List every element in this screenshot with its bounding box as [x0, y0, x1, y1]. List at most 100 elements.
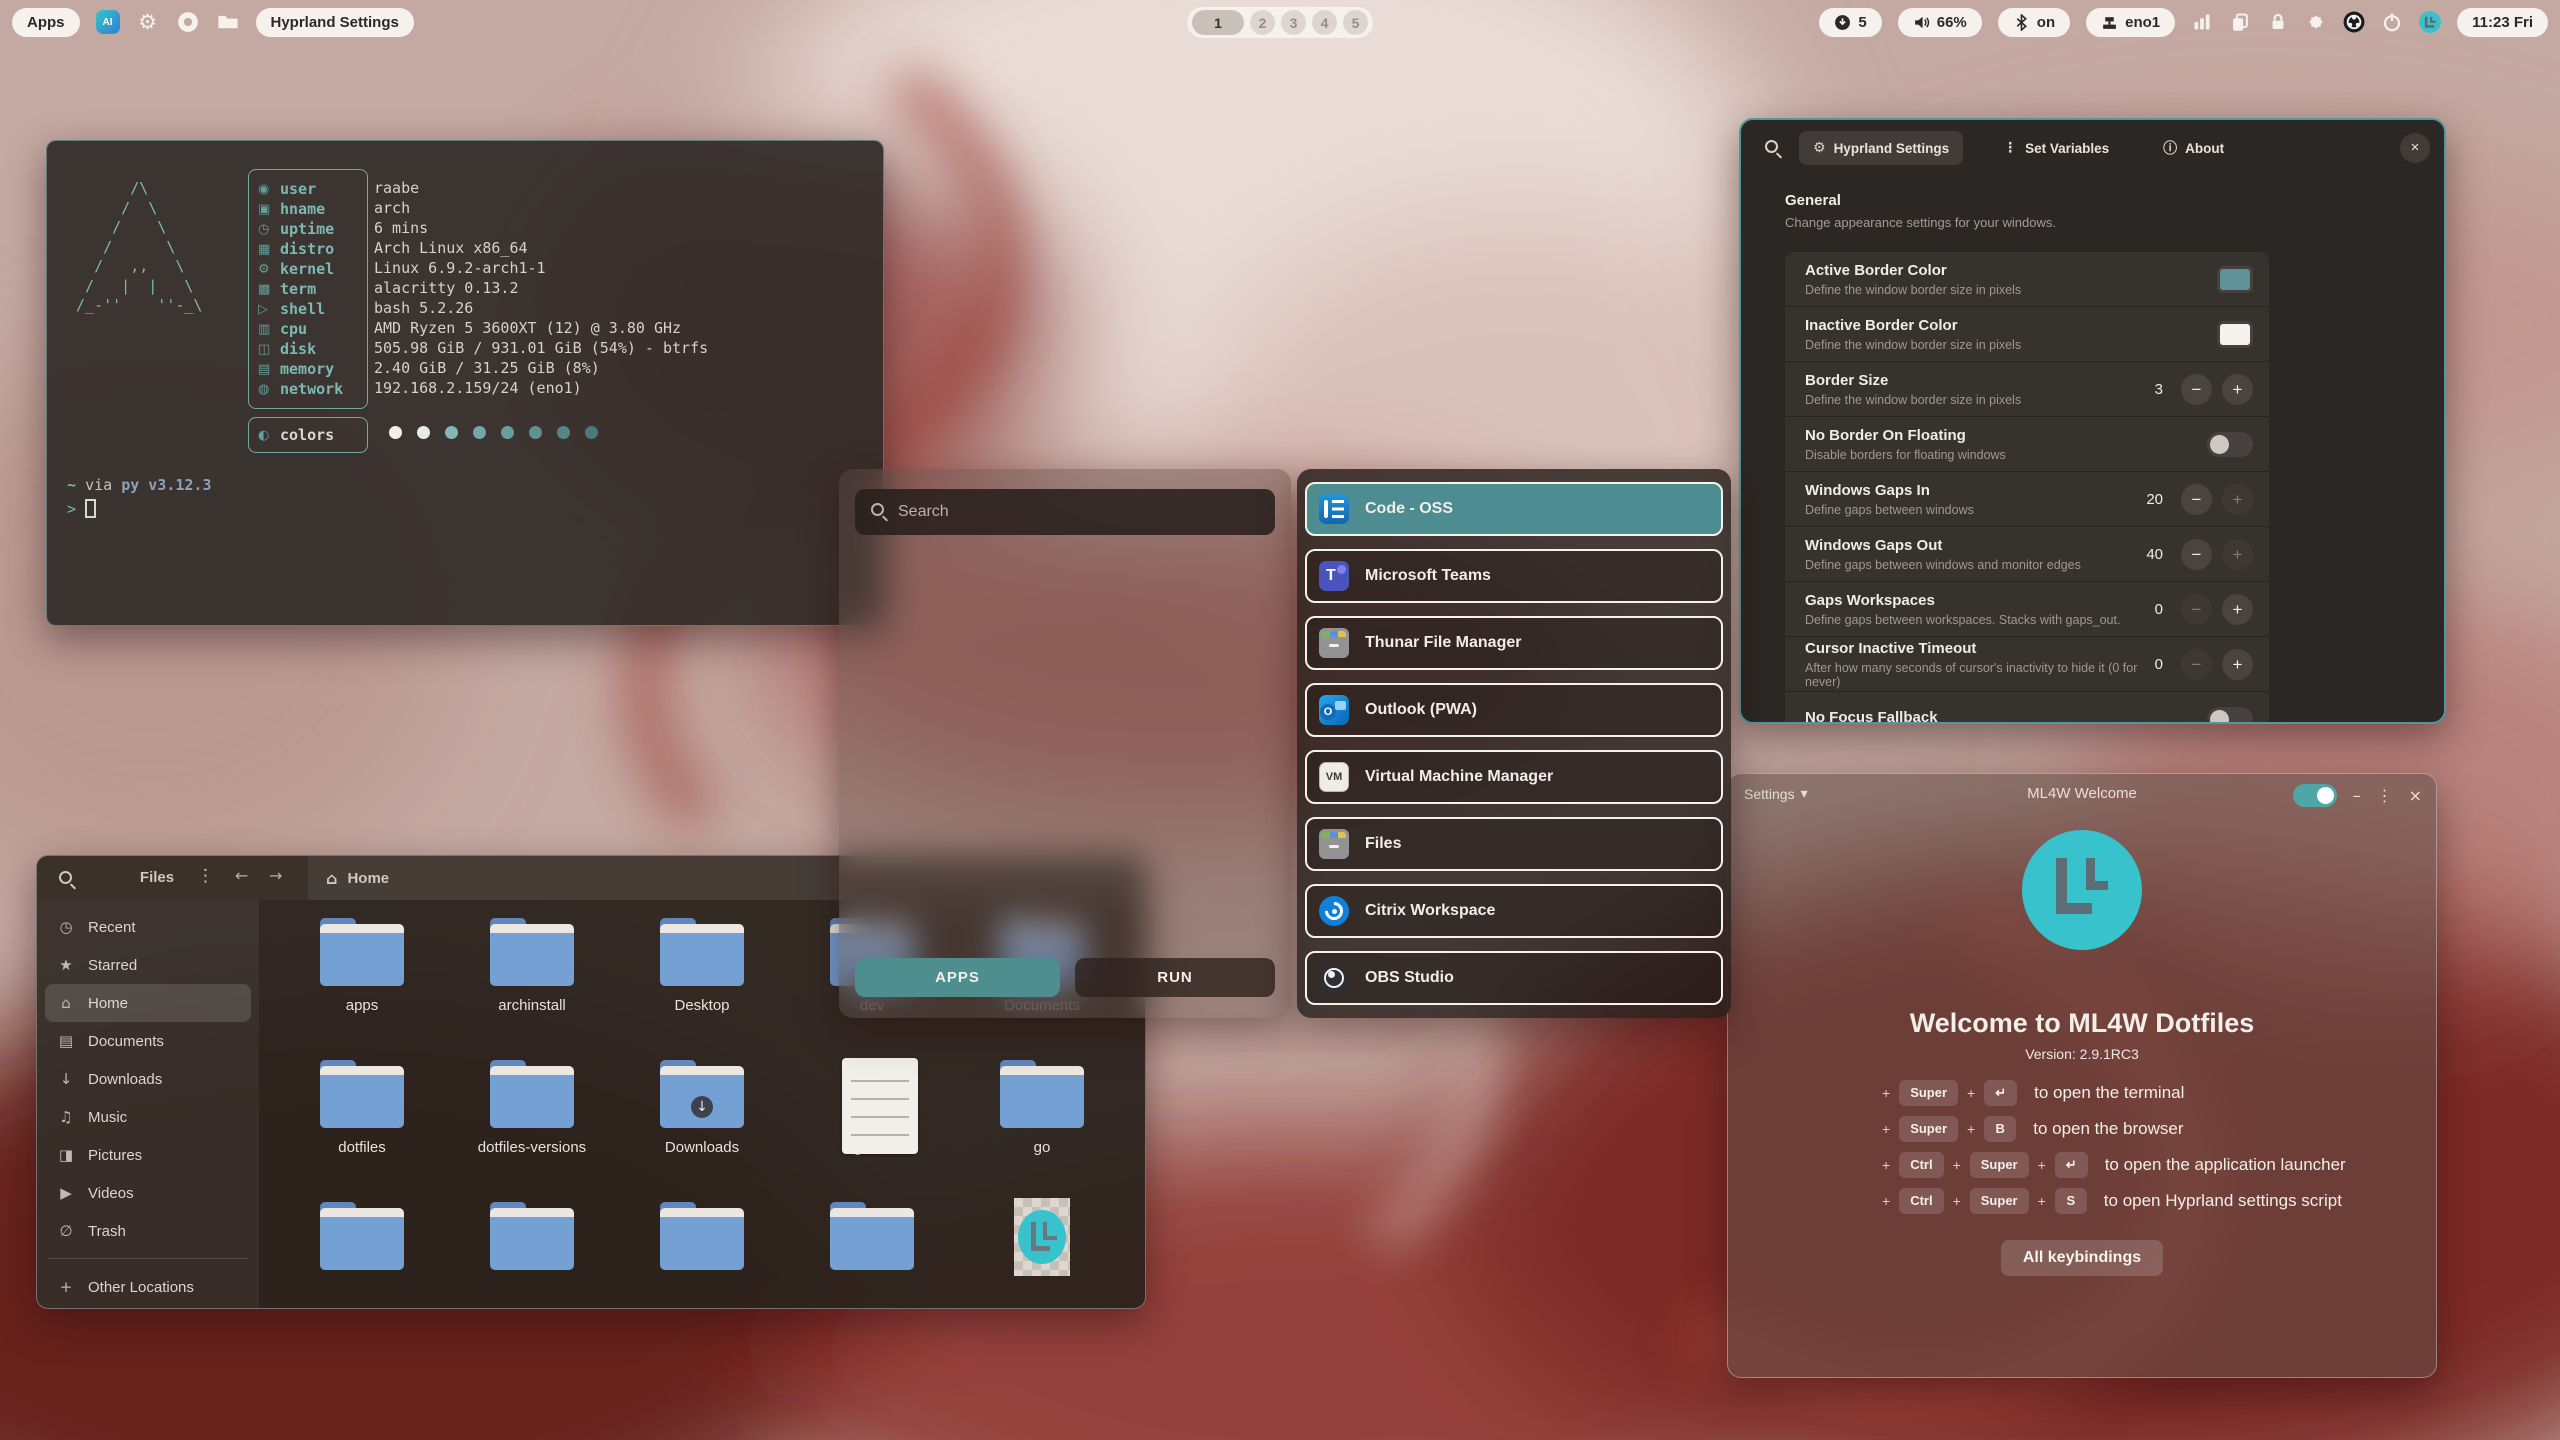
close-icon[interactable]: × — [2400, 133, 2430, 163]
app-list-item[interactable]: OBS Studio — [1305, 951, 1723, 1005]
network-indicator[interactable]: eno1 — [2086, 8, 2175, 37]
minus-icon[interactable]: − — [2181, 594, 2212, 625]
app-list-item[interactable]: Files — [1305, 817, 1723, 871]
toggle-switch[interactable] — [2207, 432, 2253, 457]
minus-icon[interactable]: − — [2181, 484, 2212, 515]
app-list-item[interactable]: Thunar File Manager — [1305, 616, 1723, 670]
app-list-item[interactable]: Microsoft Teams — [1305, 549, 1723, 603]
browser-icon[interactable] — [176, 10, 200, 34]
lock-icon[interactable] — [2267, 11, 2289, 33]
file-item[interactable]: ↓ dotfiles — [284, 1056, 440, 1198]
clock[interactable]: 11:23 Fri — [2457, 8, 2548, 37]
minus-icon[interactable]: − — [2181, 539, 2212, 570]
settings-tab[interactable]: Set Variables — [1989, 131, 2123, 165]
sidebar-item[interactable]: Documents — [45, 1022, 251, 1060]
workspace-button[interactable]: 3 — [1281, 10, 1306, 35]
file-item[interactable]: ↓ Downloads — [624, 1056, 780, 1198]
sidebar-item[interactable]: Downloads — [45, 1060, 251, 1098]
plus-icon[interactable]: + — [2222, 374, 2253, 405]
fastfetch-icon — [258, 222, 273, 237]
app-list-item[interactable]: Virtual Machine Manager — [1305, 750, 1723, 804]
ai-assistant-icon[interactable]: AI — [96, 10, 120, 34]
file-manager-icon[interactable] — [216, 10, 240, 34]
settings-tab[interactable]: About — [2149, 131, 2238, 165]
minimize-icon[interactable]: – — [2353, 786, 2361, 805]
file-item[interactable]: ↓ archinstall — [454, 914, 610, 1056]
minus-icon[interactable]: − — [2181, 374, 2212, 405]
power-icon[interactable] — [2381, 11, 2403, 33]
obs-icon[interactable] — [2343, 11, 2365, 33]
app-list-item[interactable]: Citrix Workspace — [1305, 884, 1723, 938]
workspace-button[interactable]: 2 — [1250, 10, 1275, 35]
menu-kebab-icon[interactable]: ⋮ — [2377, 786, 2393, 805]
clipboard-icon[interactable] — [2229, 11, 2251, 33]
file-item[interactable]: ↓ Desktop — [624, 914, 780, 1056]
search-input[interactable] — [898, 503, 1238, 521]
ml4w-welcome-window: Settings▾ ML4W Welcome – ⋮ × Welcome to … — [1727, 773, 2437, 1378]
sidebar-item[interactable]: Videos — [45, 1174, 251, 1212]
palette-dot — [529, 426, 542, 439]
keycap: ↵ — [1984, 1080, 2017, 1106]
file-item[interactable]: ↓ dotfiles-versions — [454, 1056, 610, 1198]
workspace-button[interactable]: 1 — [1192, 10, 1244, 35]
fastfetch-value: 505.98 GiB / 931.01 GiB (54%) - btrfs — [374, 338, 708, 358]
sidebar-item-label: Videos — [88, 1185, 134, 1202]
autostart-toggle[interactable] — [2293, 784, 2337, 807]
file-item[interactable]: ↓ — [964, 1198, 1120, 1309]
terminal-window: /\ / \ / \ / \ / ,, \ / | | \ /_-'' ''-_… — [46, 140, 884, 626]
file-item[interactable]: ↓ — [284, 1198, 440, 1309]
file-item[interactable]: ↓ apps — [284, 914, 440, 1056]
burst-icon[interactable] — [2305, 11, 2327, 33]
color-swatch[interactable] — [2217, 266, 2253, 293]
app-list-item[interactable]: Outlook (PWA) — [1305, 683, 1723, 737]
file-icon: ↓ — [318, 1198, 406, 1276]
plus-icon[interactable]: + — [2222, 484, 2253, 515]
all-keybindings-button[interactable]: All keybindings — [2001, 1240, 2163, 1276]
app-label: Thunar File Manager — [1365, 634, 1521, 652]
run-mode-button[interactable]: RUN — [1075, 958, 1275, 997]
keybind-list: + Super + ↵ to open the terminal + Super — [1873, 1080, 2346, 1224]
settings-row: Active Border Color Define the window bo… — [1785, 252, 2269, 307]
app-list-item[interactable]: Code - OSS — [1305, 482, 1723, 536]
file-item[interactable]: ↓ — [794, 1198, 950, 1309]
setting-description: Define the window border size in pixels — [1805, 393, 2021, 407]
sidebar-item[interactable]: Starred — [45, 946, 251, 984]
forward-icon[interactable]: → — [269, 866, 282, 885]
close-icon[interactable]: × — [2409, 786, 2422, 805]
sidebar-item[interactable]: Music — [45, 1098, 251, 1136]
search-icon[interactable] — [1765, 140, 1778, 158]
sidebar-item[interactable]: Home — [45, 984, 251, 1022]
bluetooth-indicator[interactable]: on — [1998, 8, 2070, 37]
apps-mode-button[interactable]: APPS — [855, 958, 1060, 997]
file-item[interactable]: ↓ — [624, 1198, 780, 1309]
workspace-button[interactable]: 4 — [1312, 10, 1337, 35]
plus-icon[interactable]: + — [2222, 539, 2253, 570]
plus-icon[interactable]: + — [2222, 649, 2253, 680]
settings-tab[interactable]: Hyprland Settings — [1799, 131, 1963, 165]
file-item[interactable]: ↓ — [454, 1198, 610, 1309]
settings-gear-icon[interactable]: ⚙ — [136, 10, 160, 34]
sidebar-item[interactable]: Trash — [45, 1212, 251, 1250]
search-field[interactable] — [855, 489, 1275, 535]
back-icon[interactable]: ← — [235, 866, 248, 885]
setting-description: After how many seconds of cursor's inact… — [1805, 661, 2155, 689]
file-item[interactable]: ↓ figlet.txt — [794, 1056, 950, 1198]
updates-indicator[interactable]: 5 — [1819, 8, 1881, 37]
ml4w-logo-icon[interactable] — [2419, 11, 2441, 33]
workspace-button[interactable]: 5 — [1343, 10, 1368, 35]
file-item[interactable]: ↓ go — [964, 1056, 1120, 1198]
color-swatch[interactable] — [2217, 321, 2253, 348]
plus-icon[interactable]: + — [2222, 594, 2253, 625]
sidebar-item-label: Documents — [88, 1033, 164, 1050]
sidebar-item[interactable]: Recent — [45, 908, 251, 946]
stats-icon[interactable] — [2191, 11, 2213, 33]
menu-kebab-icon[interactable]: ⋮ — [197, 866, 214, 886]
sidebar-item-other-locations[interactable]: Other Locations — [45, 1268, 251, 1306]
sidebar-item[interactable]: Pictures — [45, 1136, 251, 1174]
search-icon[interactable] — [59, 871, 72, 889]
toggle-switch[interactable] — [2207, 707, 2253, 724]
minus-icon[interactable]: − — [2181, 649, 2212, 680]
volume-indicator[interactable]: 66% — [1898, 8, 1982, 37]
apps-menu-button[interactable]: Apps — [12, 8, 80, 37]
shell-prompt[interactable]: ~ via py v3.12.3 > — [67, 473, 212, 521]
